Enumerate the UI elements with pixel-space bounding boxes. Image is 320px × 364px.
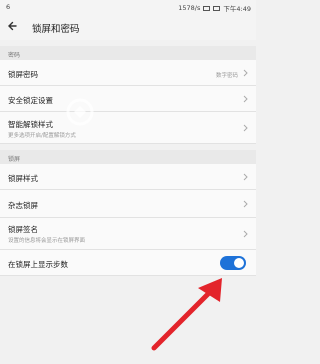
pointer-arrow-icon [151,278,222,351]
chevron-right-icon [243,173,248,181]
row-lock-style[interactable]: 锁屏样式 [0,164,256,190]
page-title: 锁屏和密码 [32,24,80,35]
section-header-password: 密码 [0,46,256,60]
row-label: 锁屏样式 [8,174,38,183]
row-subtext: 更多选项开启/配置解锁方式 [8,133,76,139]
chevron-right-icon [243,230,248,238]
section-label: 锁屏 [8,156,21,163]
chevron-right-icon [243,200,248,208]
chevron-right-icon [243,69,248,77]
row-value: 数字密码 [215,73,238,79]
section-header-lockscreen: 锁屏 [0,150,256,164]
status-bar: 6 1578/s 下午4:49 [0,0,256,14]
battery-icon [213,5,221,11]
row-label: 锁屏密码 [8,70,38,79]
section-label: 密码 [8,52,21,59]
status-left-indicator: 6 [6,3,11,11]
signal-icon [203,5,211,11]
steps-toggle[interactable] [220,256,246,270]
row-label: 智能解锁样式 [8,120,53,129]
chevron-right-icon [243,95,248,103]
row-label: 杂志锁屏 [8,201,38,210]
row-label: 在锁屏上显示步数 [8,260,68,269]
row-magazine-lock[interactable]: 杂志锁屏 [0,190,256,218]
network-speed: 1578/s [178,4,201,12]
row-label: 锁屏签名 [8,225,38,234]
back-arrow-icon[interactable] [6,19,20,33]
row-lock-password[interactable]: 锁屏密码 数字密码 [0,60,256,86]
row-lock-signature[interactable]: 锁屏签名 设置的信息将会显示在锁屏界面 [0,218,256,250]
row-label: 安全锁定设置 [8,96,53,105]
app-header: 锁屏和密码 [0,14,256,40]
chevron-right-icon [243,124,248,132]
toggle-knob [234,258,244,268]
row-subtext: 设置的信息将会显示在锁屏界面 [8,238,86,244]
status-time: 下午4:49 [223,5,251,13]
watermark-logo [66,98,94,126]
status-right: 1578/s 下午4:49 [178,3,251,13]
